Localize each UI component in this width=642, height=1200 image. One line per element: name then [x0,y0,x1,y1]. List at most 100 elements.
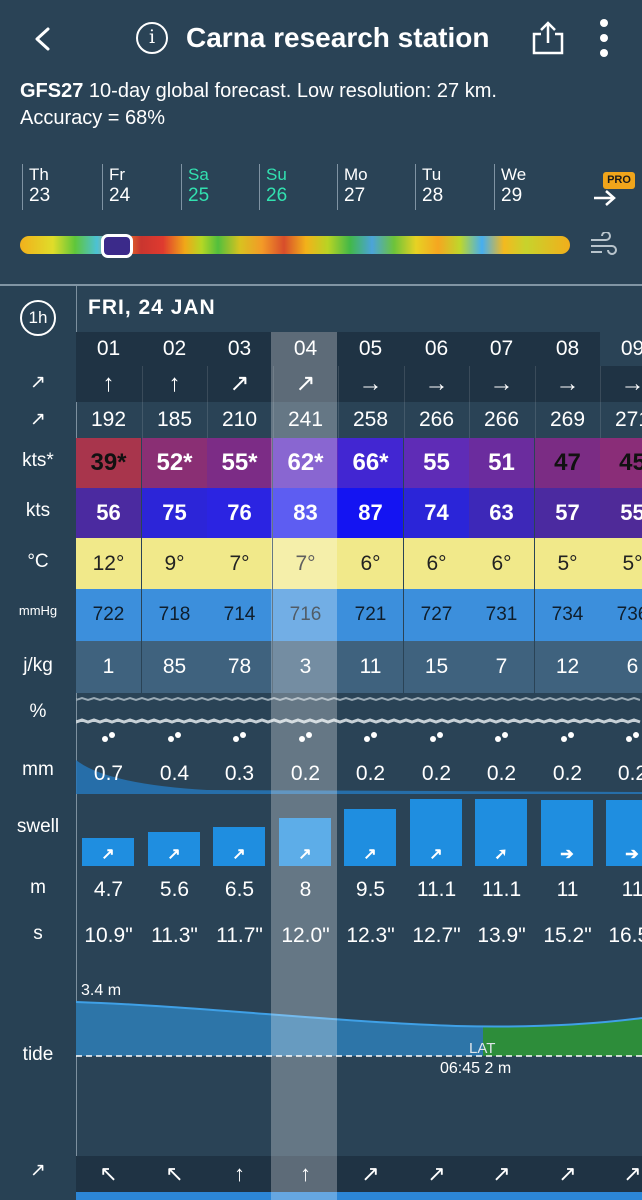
cape-cell: 12 [535,641,600,693]
wind-arrow-icon: → [555,370,580,397]
day-of-week: Mo [344,165,368,184]
hour-cell: 07 [489,337,514,360]
bottom-arrow-icon: ↑ [300,1161,311,1186]
hour-cell: 09 [620,337,642,360]
bottom-strip [76,1192,642,1200]
wind-arrow-icon: ↑ [102,370,115,397]
cape-cell: 85 [142,641,207,693]
cape-cell: 3 [273,641,338,693]
wind-degree-cell: 258 [352,408,389,431]
more-menu-icon[interactable] [596,18,612,58]
tide-chart [76,1001,642,1057]
hour-cell: 08 [555,337,580,360]
page-title: Carna research station [186,22,490,53]
swell-period-cell: 10.9" [84,924,133,947]
day-of-week: We [501,165,527,184]
drop-glyph [232,732,246,742]
column-divider [469,366,470,438]
precip-cell: 0.2 [290,762,321,785]
gust-cell: 57 [535,488,600,538]
column-divider [142,366,143,438]
cape-cell: 78 [207,641,272,693]
bottom-arrow-icon: ↗ [427,1161,446,1186]
back-arrow-icon[interactable] [32,26,54,52]
day-item[interactable]: Su 26 [259,164,326,210]
cape-cell: 7 [469,641,534,693]
drop-glyph [429,732,443,742]
hour-cell: 05 [358,337,383,360]
day-item[interactable]: Tu 28 [415,164,482,210]
day-item[interactable]: Sa 25 [181,164,248,210]
wind-speed-cell: 55* [207,438,272,488]
swell-height-cell: 11 [556,878,579,901]
day-item[interactable]: We 29 [494,164,561,210]
precip-cell: 0.3 [224,762,255,785]
swell-bar: ➔ [541,800,593,866]
temperature-cell: 6° [404,538,469,589]
day-of-month: 23 [29,185,51,206]
day-item[interactable]: Fr 24 [102,164,169,210]
wind-arrow-icon: → [358,370,383,397]
cape-label: j/kg [23,655,53,676]
model-description: GFS27 10-day global forecast. Low resolu… [20,78,497,132]
forecast-table[interactable]: 01 02 03 04 05 06 07 08 09 ↑ ↑ ↗ ↗ → → → → → 192 185 210 241 2… [76,332,642,1200]
day-of-month: 25 [188,185,210,206]
bottom-arrow-icon: ↗ [492,1161,511,1186]
wind-speed-cell: 66* [338,438,403,488]
pressure-label: mmHg [18,603,58,618]
swell-bar: ➚ [475,799,527,866]
column-divider [207,366,208,438]
precip-cell: 0.4 [159,762,190,785]
temperature-cell: 6° [338,538,403,589]
swell-period-cell: 12.0" [281,924,330,947]
hour-cell: 04 [293,337,318,360]
wind-degree-cell: 266 [483,408,520,431]
day-item[interactable]: Th 23 [22,164,89,210]
info-icon[interactable]: i [136,22,168,54]
swell-bar: ↗ [82,838,134,866]
day-of-month: 24 [109,185,131,206]
temperature-cell: 5° [600,538,642,589]
drop-glyph [625,732,639,742]
bottom-arrow-icon: ↑ [234,1161,245,1186]
gust-cell: 63 [469,488,534,538]
pro-badge[interactable]: PRO [603,172,635,189]
gust-cell: 55 [600,488,642,538]
swell-height-cell: 4.7 [93,878,124,901]
wind-degree-cell: 266 [418,408,455,431]
column-divider [404,366,405,438]
swell-arrow-icon: ↗ [232,846,246,863]
wind-arrow-icon: ↗ [295,370,316,397]
pressure-cell: 727 [404,589,469,641]
day-of-week: Th [29,165,49,184]
share-icon[interactable] [530,20,566,56]
wind-degree-cell: 269 [549,408,586,431]
timeline-slider-handle[interactable] [101,234,133,258]
day-item[interactable]: Mo 27 [337,164,404,210]
cape-cell: 15 [404,641,469,693]
date-header: FRI, 24 JAN [88,296,216,319]
precip-cell: 0.2 [486,762,517,785]
temperature-label: °C [27,551,49,572]
wind-degree-cell: 210 [221,408,258,431]
pressure-cell: 718 [142,589,207,641]
swell-height-cell: 11 [621,878,642,901]
tide-low-label: 06:45 2 m [440,1060,512,1077]
interval-button[interactable]: 1h [20,300,56,336]
next-arrow-icon[interactable] [592,188,618,208]
wind-arrow-icon: ↗ [229,370,250,397]
cape-cell: 11 [338,641,403,693]
wind-icon[interactable] [588,232,618,258]
swell-period-cell: 12.7" [412,924,461,947]
gust-label: kts [25,500,51,521]
wind-degree-cell: 185 [156,408,193,431]
raindrop-icon [76,730,141,747]
divider [0,284,642,286]
gust-cell: 83 [273,488,338,538]
day-of-week: Fr [109,165,126,184]
raindrop-icon [338,730,403,747]
swell-period-cell: 15.2" [543,924,592,947]
temperature-cell: 5° [535,538,600,589]
swell-period-cell: 16.5" [608,924,642,947]
swell-arrow-icon: ↗ [167,846,181,863]
